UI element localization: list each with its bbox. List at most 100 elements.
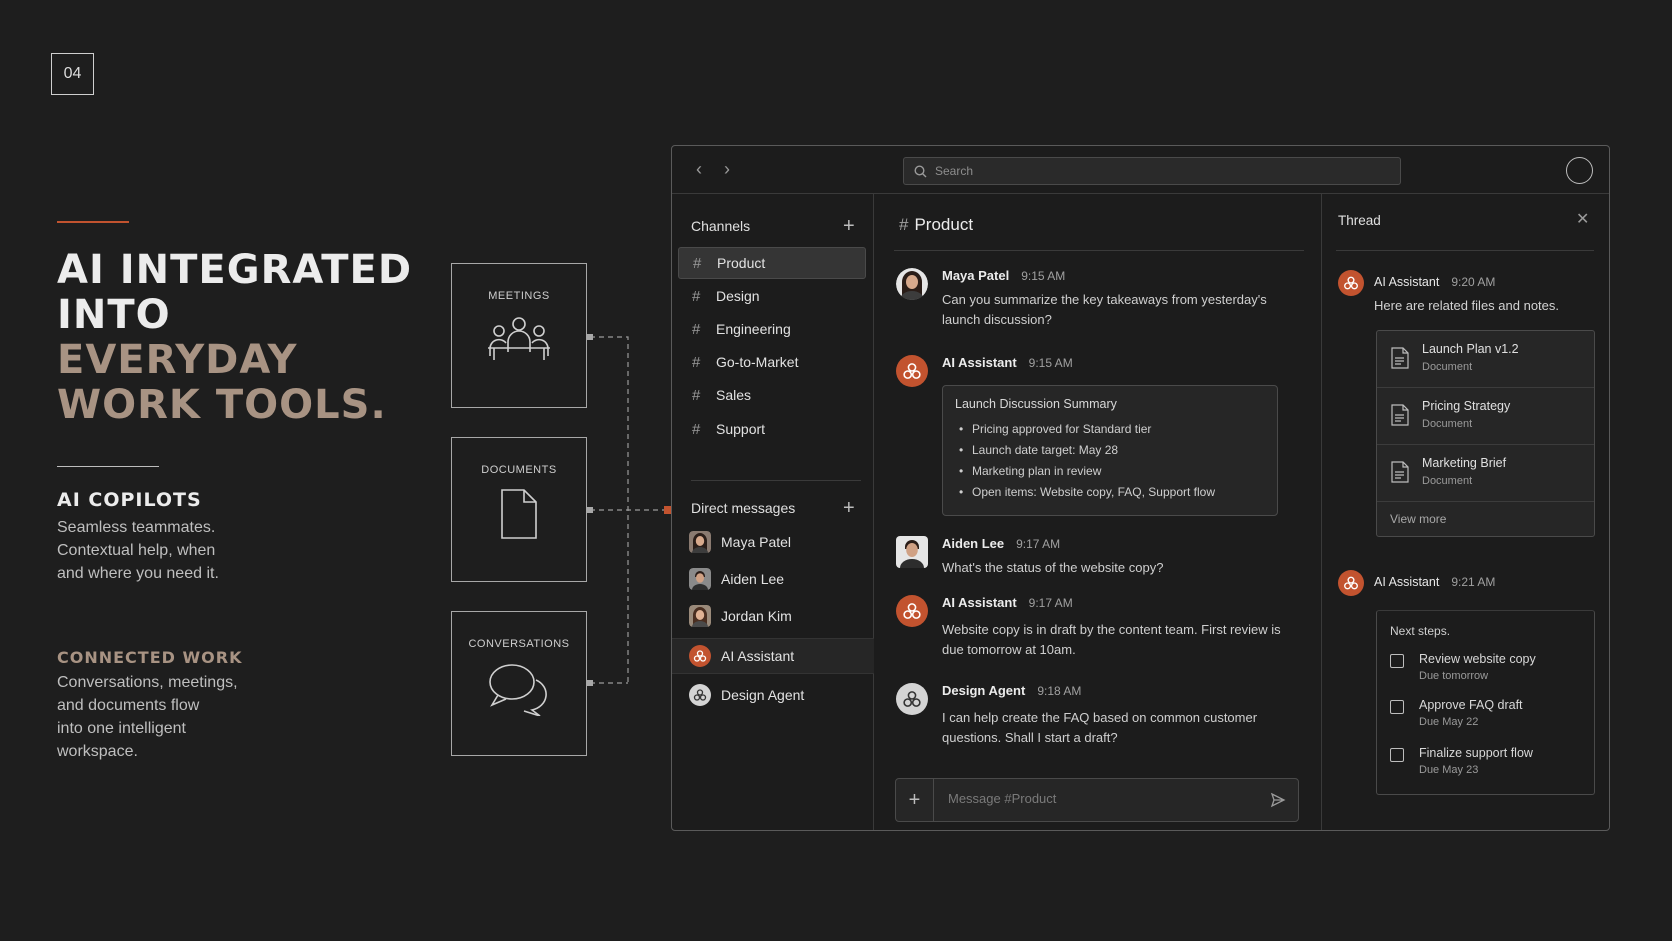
document-icon (501, 489, 537, 539)
dm-label: Design Agent (721, 687, 805, 703)
dm-item-ai-assistant[interactable]: AI Assistant (672, 638, 874, 674)
dm-label: AI Assistant (721, 648, 795, 664)
timestamp: 9:15 AM (1021, 269, 1066, 283)
dm-item-jordan-kim[interactable]: Jordan Kim (672, 598, 874, 634)
search-bar[interactable] (903, 157, 1401, 185)
message-header: Maya Patel 9:15 AM (942, 268, 1065, 283)
next-steps-card: Next steps. Review website copy Due tomo… (1376, 610, 1595, 795)
close-icon[interactable]: ✕ (1576, 209, 1589, 229)
sender-name[interactable]: AI Assistant (942, 355, 1017, 370)
task-label: Review website copy (1419, 652, 1536, 666)
message-header: AI Assistant 9:17 AM (942, 595, 1073, 610)
file-item[interactable]: Marketing Brief Document (1377, 445, 1594, 502)
summary-item: Launch date target: May 28 (955, 440, 1265, 461)
dm-item-design-agent[interactable]: Design Agent (672, 677, 874, 713)
connected-line: workspace. (57, 743, 138, 760)
timestamp: 9:17 AM (1016, 537, 1061, 551)
timestamp: 9:15 AM (1028, 356, 1073, 370)
divider (57, 466, 159, 467)
headline-line-3: EVERYDAY (57, 337, 298, 383)
task-due: Due May 22 (1419, 716, 1479, 728)
file-name: Launch Plan v1.2 (1422, 342, 1519, 356)
documents-box: DOCUMENTS (451, 437, 587, 582)
timestamp: 9:17 AM (1028, 596, 1073, 610)
sender-name[interactable]: AI Assistant (1374, 275, 1439, 289)
ai-assistant-icon (896, 355, 928, 387)
files-card: Launch Plan v1.2 Document Pricing Strate… (1376, 330, 1595, 537)
thread-pane: Thread ✕ AI Assistant 9:20 AM Here are re… (1322, 194, 1609, 830)
ai-assistant-icon (689, 645, 711, 667)
document-icon (1391, 461, 1409, 483)
dm-item-maya-patel[interactable]: Maya Patel (672, 524, 874, 560)
headline-line-4: WORK TOOLS. (57, 382, 387, 428)
hash-icon: # (693, 254, 702, 272)
view-more-link[interactable]: View more (1390, 512, 1446, 526)
channel-item-design[interactable]: # Design (678, 280, 866, 312)
channel-label: Support (716, 421, 766, 437)
meetings-label: MEETINGS (488, 290, 550, 302)
task-checkbox[interactable] (1390, 700, 1404, 714)
file-item[interactable]: Pricing Strategy Document (1377, 388, 1594, 445)
file-name: Marketing Brief (1422, 456, 1507, 470)
hash-icon: # (899, 215, 909, 234)
message-input[interactable] (948, 791, 1248, 806)
dm-heading: Direct messages (691, 500, 796, 516)
sender-name[interactable]: Design Agent (942, 683, 1025, 698)
message-composer: + (895, 778, 1299, 822)
message-text: I can help create the FAQ based on commo… (942, 710, 1258, 745)
sidebar-divider (691, 480, 861, 481)
timestamp: 9:18 AM (1037, 684, 1082, 698)
dm-item-aiden-lee[interactable]: Aiden Lee (672, 561, 874, 597)
channels-heading: Channels (691, 218, 751, 234)
channel-item-sales[interactable]: # Sales (678, 379, 866, 411)
document-icon (1391, 347, 1409, 369)
channel-item-go-to-market[interactable]: # Go-to-Market (678, 346, 866, 378)
headline-line-1: AI INTEGRATED (57, 247, 413, 293)
message-header: AI Assistant 9:15 AM (942, 355, 1073, 370)
file-item[interactable]: Launch Plan v1.2 Document (1377, 331, 1594, 388)
file-type: Document (1422, 361, 1473, 373)
connected-line: into one intelligent (57, 720, 186, 737)
connected-title: CONNECTED WORK (57, 648, 243, 667)
summary-item: Marketing plan in review (955, 461, 1265, 482)
search-input[interactable] (935, 164, 1335, 178)
headline: AI INTEGRATED INTO EVERYDAY WORK TOOLS. (57, 248, 437, 428)
sender-name[interactable]: Aiden Lee (942, 536, 1004, 551)
add-attachment-button[interactable]: + (896, 779, 934, 821)
ai-assistant-icon (896, 595, 928, 627)
back-arrow-icon[interactable]: ‹ (690, 160, 708, 178)
avatar (689, 568, 711, 590)
accent-rule (57, 221, 129, 223)
summary-card: Launch Discussion Summary Pricing approv… (942, 385, 1278, 516)
channel-label: Product (717, 255, 766, 271)
summary-item: Pricing approved for Standard tier (955, 419, 1265, 440)
channel-title: # Product (899, 215, 973, 235)
task-checkbox[interactable] (1390, 654, 1404, 668)
copilots-text: Seamless teammates. Contextual help, whe… (57, 516, 287, 585)
sender-name[interactable]: Maya Patel (942, 268, 1009, 283)
ai-assistant-icon (1338, 270, 1364, 296)
sender-name[interactable]: AI Assistant (942, 595, 1017, 610)
copilots-line: and where you need it. (57, 565, 219, 582)
add-channel-button[interactable]: + (843, 216, 855, 236)
add-dm-button[interactable]: + (843, 498, 855, 518)
summary-title: Launch Discussion Summary (955, 397, 1117, 411)
sender-name[interactable]: AI Assistant (1374, 575, 1439, 589)
slide-number: 04 (51, 53, 94, 95)
thread-title: Thread (1338, 213, 1381, 228)
forward-arrow-icon[interactable]: › (718, 160, 736, 178)
user-avatar[interactable] (1566, 157, 1593, 184)
channel-item-engineering[interactable]: # Engineering (678, 313, 866, 345)
task-checkbox[interactable] (1390, 748, 1404, 762)
channel-item-support[interactable]: # Support (678, 413, 866, 445)
send-icon[interactable] (1270, 792, 1286, 808)
message-text: What's the status of the website copy? (942, 560, 1164, 575)
message-text: Here are related files and notes. (1374, 298, 1559, 313)
summary-list: Pricing approved for Standard tier Launc… (955, 419, 1265, 503)
channel-header-rule (894, 250, 1304, 251)
ai-assistant-icon (1338, 570, 1364, 596)
dm-label: Maya Patel (721, 534, 792, 550)
hash-icon: # (692, 320, 701, 338)
channel-item-product[interactable]: # Product (678, 247, 866, 279)
next-steps-title: Next steps. (1390, 624, 1451, 638)
